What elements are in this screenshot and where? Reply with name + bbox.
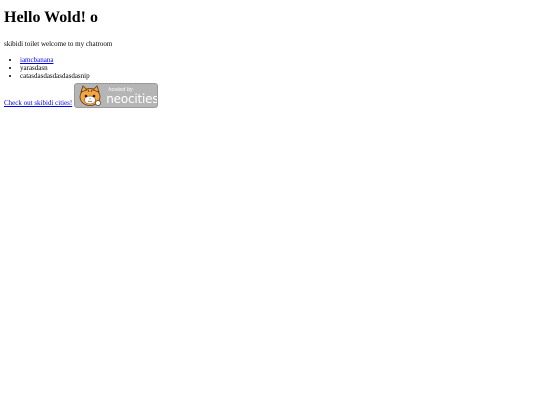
- page: Hello Wold! o skibidi toilet welcome to …: [0, 0, 540, 405]
- list-item: yarasdasn: [20, 64, 536, 72]
- item-list: iamcbanana yarasdasn catasdasdasdasdasda…: [4, 56, 536, 80]
- badge-neocities-text: neocities: [106, 92, 159, 106]
- list-item: iamcbanana: [20, 56, 536, 64]
- list-item: catasdasdasdasdasdasnip: [20, 72, 536, 80]
- footer: Check out skibidi cities! hosted by neoc…: [4, 83, 536, 108]
- neocities-badge[interactable]: hosted by neocities: [74, 83, 159, 108]
- intro-text: skibidi toilet welcome to my chatroom: [4, 40, 113, 48]
- neocities-cat-icon: [79, 85, 102, 106]
- list-item-link-iamcbanana[interactable]: iamcbanana: [20, 56, 53, 64]
- skibidi-cities-link[interactable]: Check out skibidi cities!: [4, 99, 72, 107]
- page-heading: Hello Wold! o: [4, 9, 98, 26]
